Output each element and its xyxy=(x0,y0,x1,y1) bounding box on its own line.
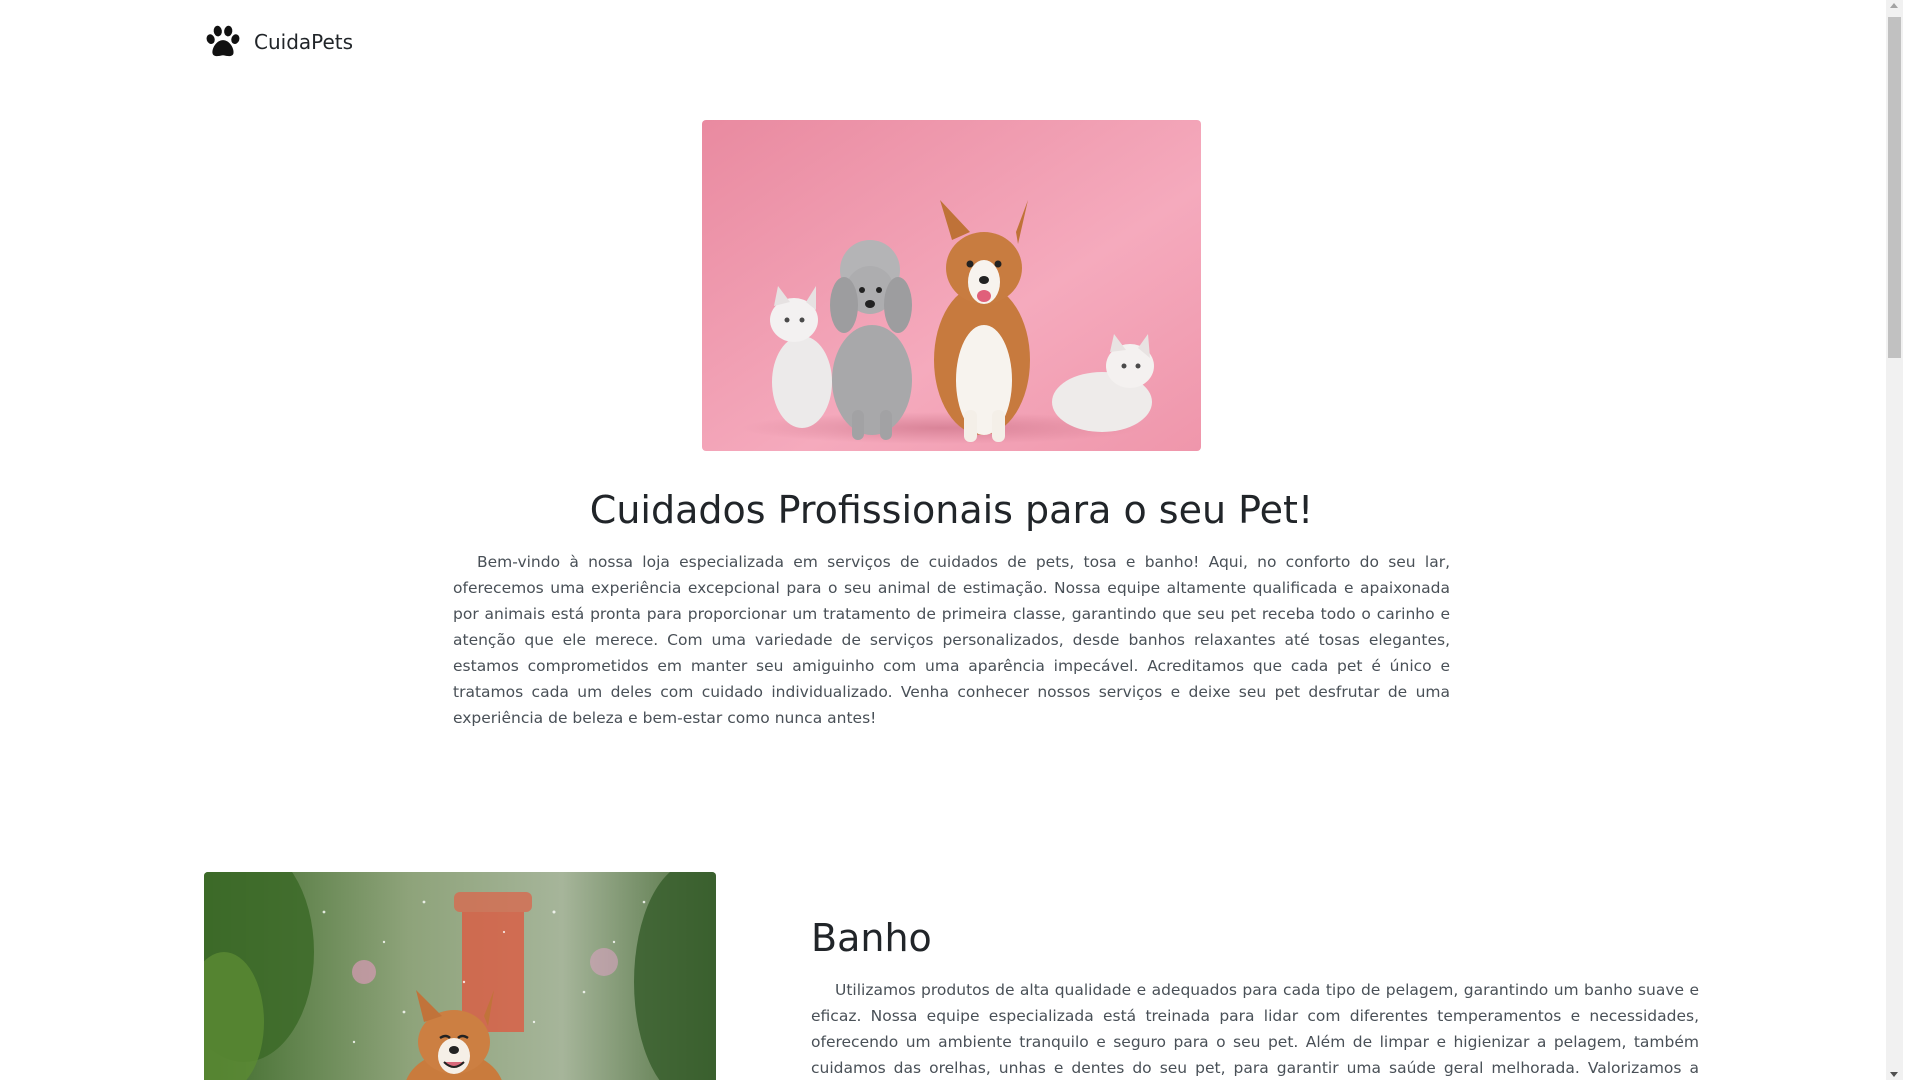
hero-image xyxy=(702,120,1201,451)
scroll-down-arrow-icon[interactable] xyxy=(1890,1072,1898,1077)
brand-name[interactable]: CuidaPets xyxy=(254,30,353,54)
scroll-up-arrow-icon[interactable] xyxy=(1890,3,1898,8)
bath-service-image xyxy=(204,872,716,1080)
scroll-thumb[interactable] xyxy=(1888,17,1901,358)
vertical-scrollbar[interactable] xyxy=(1886,0,1903,1080)
hero-description: Bem-vindo à nossa loja especializada em … xyxy=(453,553,1450,727)
bath-service-title: Banho xyxy=(811,916,932,960)
page: CuidaPets Cuidados Profissionais para o … xyxy=(0,0,1903,1080)
bath-service-description: Utilizamos produtos de alta qualidade e … xyxy=(811,981,1699,1077)
paw-icon[interactable] xyxy=(204,23,242,61)
hero-title: Cuidados Profissionais para o seu Pet! xyxy=(589,488,1314,532)
navbar: CuidaPets xyxy=(204,20,353,64)
